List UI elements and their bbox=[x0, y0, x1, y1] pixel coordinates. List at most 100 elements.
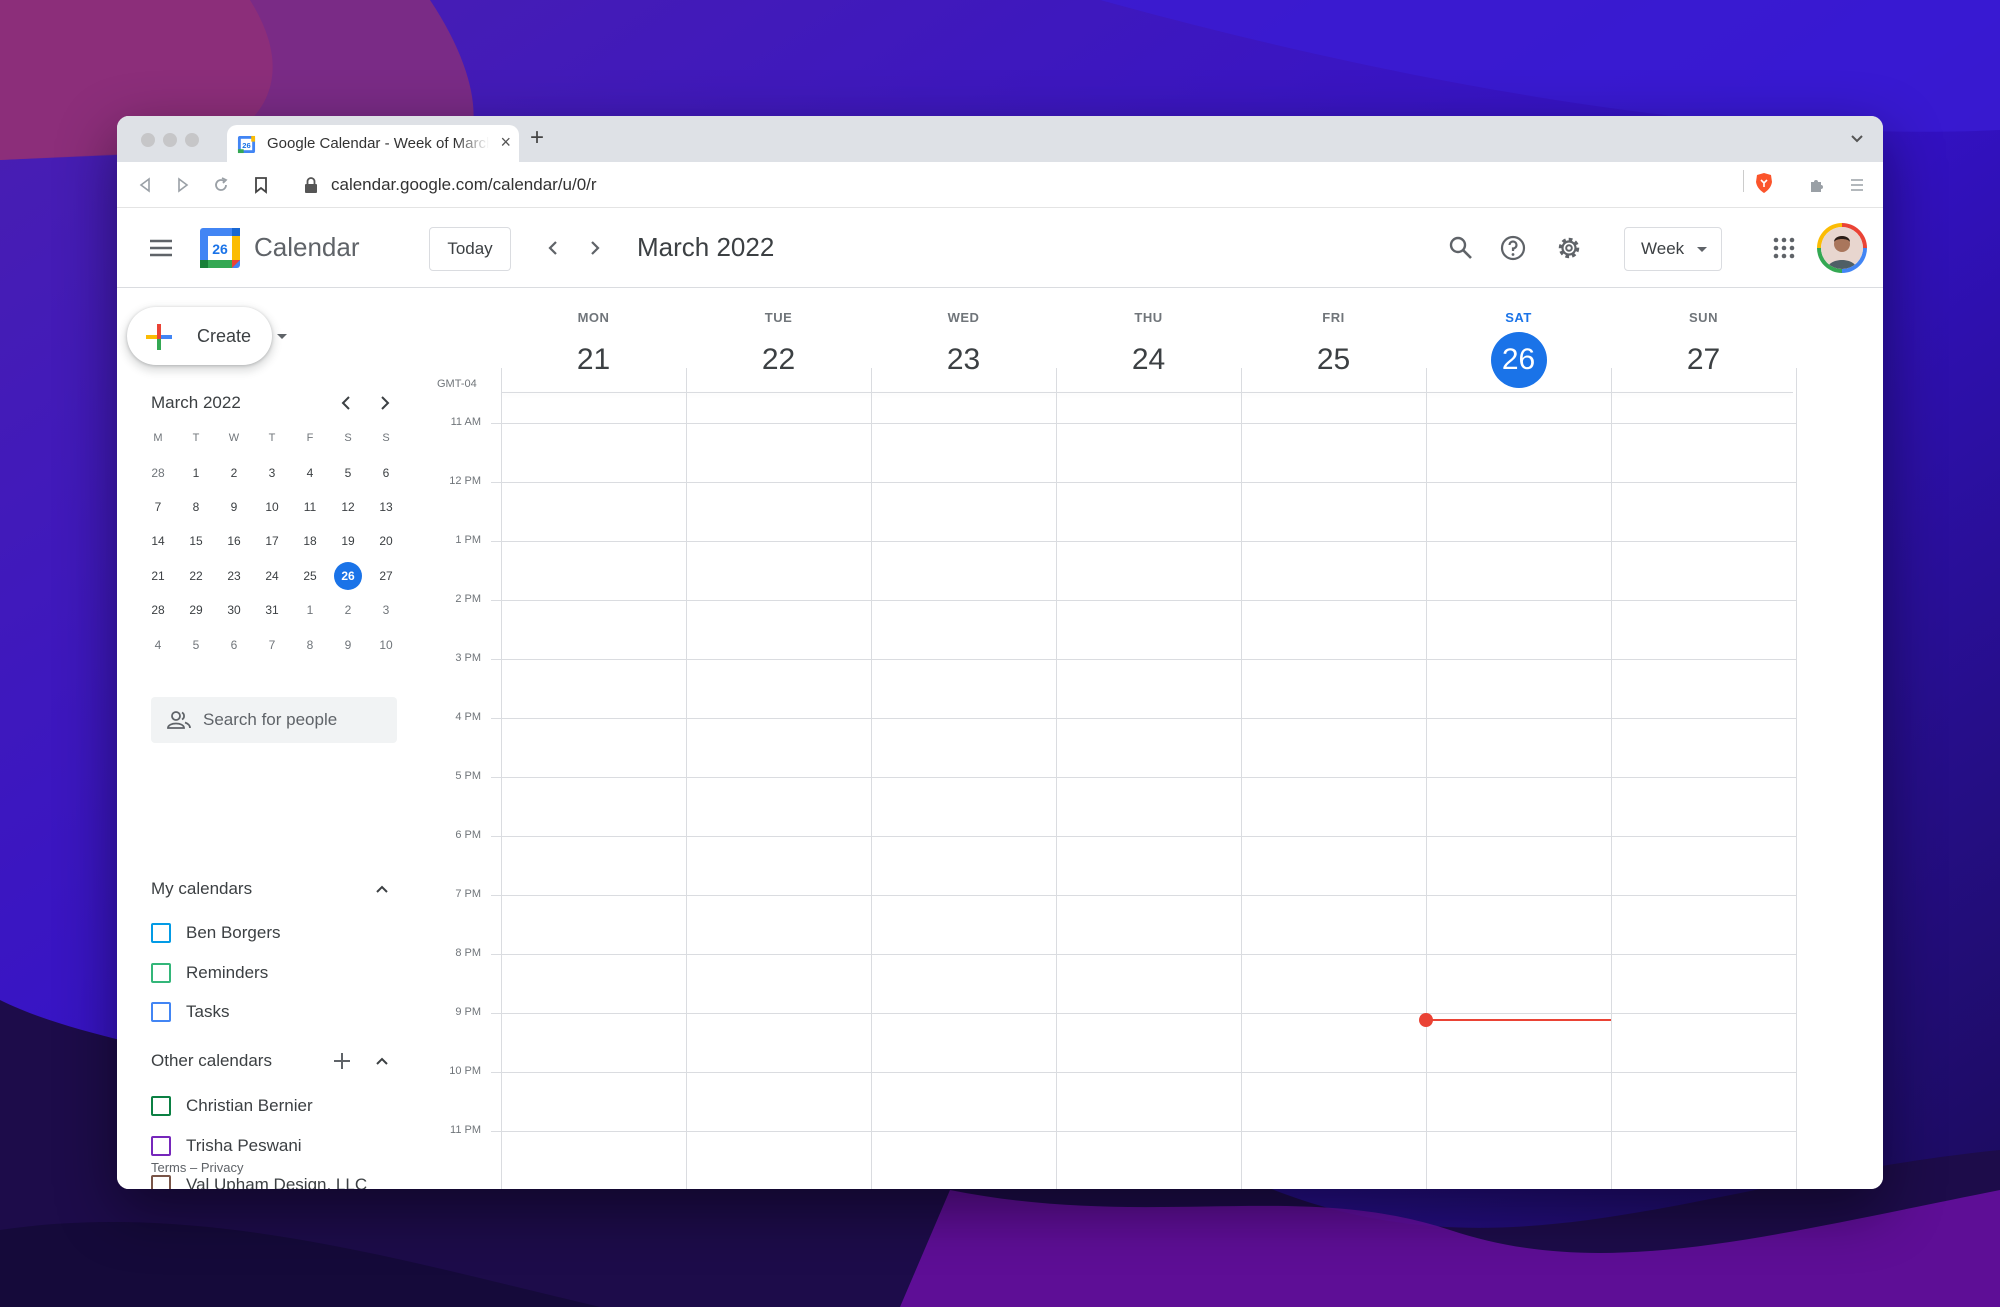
mini-calendar-day[interactable]: 7 bbox=[253, 631, 291, 659]
people-search-box[interactable] bbox=[151, 697, 397, 743]
window-minimize-button[interactable] bbox=[163, 133, 177, 147]
mini-calendar-day[interactable]: 2 bbox=[329, 596, 367, 624]
mini-calendar-day[interactable]: 1 bbox=[177, 459, 215, 487]
mini-calendar-day[interactable]: 23 bbox=[215, 562, 253, 590]
mini-calendar-day[interactable]: 5 bbox=[177, 631, 215, 659]
mini-calendar-day[interactable]: 5 bbox=[329, 459, 367, 487]
day-number[interactable]: 26 bbox=[1490, 332, 1547, 388]
mini-calendar-day[interactable]: 16 bbox=[215, 527, 253, 555]
mini-calendar-today[interactable]: 26 bbox=[329, 561, 367, 590]
window-close-button[interactable] bbox=[141, 133, 155, 147]
mini-calendar-day[interactable]: 7 bbox=[139, 493, 177, 521]
mini-calendar-day[interactable]: 1 bbox=[291, 596, 329, 624]
mini-calendar-day[interactable]: 15 bbox=[177, 527, 215, 555]
mini-calendar-day[interactable]: 11 bbox=[291, 493, 329, 521]
day-header-wed[interactable]: WED 23 bbox=[871, 288, 1056, 388]
day-number[interactable]: 27 bbox=[1676, 332, 1732, 388]
mini-calendar-day[interactable]: 9 bbox=[215, 493, 253, 521]
main-menu-icon[interactable] bbox=[149, 238, 173, 258]
create-dropdown-icon[interactable] bbox=[277, 334, 287, 339]
mini-calendar-day[interactable]: 31 bbox=[253, 596, 291, 624]
week-grid[interactable]: MON 21 TUE 22 WED 23 THU 24 FRI 25 SAT 26 SUN 27 bbox=[491, 288, 1797, 1189]
calendar-checkbox[interactable] bbox=[151, 1002, 171, 1022]
add-other-calendar-icon[interactable] bbox=[332, 1051, 352, 1071]
mini-calendar-day[interactable]: 25 bbox=[291, 562, 329, 590]
mini-calendar-day[interactable]: 20 bbox=[367, 527, 405, 555]
mini-calendar-day[interactable]: 30 bbox=[215, 596, 253, 624]
mini-calendar-day[interactable]: 13 bbox=[367, 493, 405, 521]
day-header-mon[interactable]: MON 21 bbox=[501, 288, 686, 388]
mini-calendar-day[interactable]: 27 bbox=[367, 562, 405, 590]
mini-calendar-day[interactable]: 2 bbox=[215, 459, 253, 487]
mini-calendar-day[interactable]: 29 bbox=[177, 596, 215, 624]
mini-calendar-day[interactable]: 8 bbox=[177, 493, 215, 521]
day-number[interactable]: 25 bbox=[1306, 332, 1362, 388]
mini-calendar-day[interactable]: 3 bbox=[367, 596, 405, 624]
day-number[interactable]: 23 bbox=[936, 332, 992, 388]
mini-calendar-day[interactable]: 3 bbox=[253, 459, 291, 487]
calendar-checkbox[interactable] bbox=[151, 1175, 171, 1189]
reload-icon[interactable] bbox=[211, 175, 231, 195]
browser-menu-icon[interactable] bbox=[1847, 175, 1867, 195]
mini-calendar-day[interactable]: 4 bbox=[139, 631, 177, 659]
browser-tab-calendar[interactable]: 26 Google Calendar - Week of March 21, 2… bbox=[227, 125, 519, 162]
collapse-my-calendars-icon[interactable] bbox=[373, 880, 391, 898]
mini-calendar-day[interactable]: 12 bbox=[329, 493, 367, 521]
mini-calendar-day[interactable]: 21 bbox=[139, 562, 177, 590]
my-calendars-title[interactable]: My calendars bbox=[151, 879, 252, 899]
calendar-checkbox[interactable] bbox=[151, 1096, 171, 1116]
people-search-input[interactable] bbox=[203, 707, 383, 733]
mini-calendar-day[interactable]: 6 bbox=[215, 631, 253, 659]
view-switcher-button[interactable]: Week bbox=[1624, 227, 1722, 271]
mini-calendar-day[interactable]: 6 bbox=[367, 459, 405, 487]
mini-calendar-day[interactable]: 19 bbox=[329, 527, 367, 555]
mini-calendar-day[interactable]: 10 bbox=[253, 493, 291, 521]
create-button[interactable]: Create bbox=[127, 307, 287, 365]
mini-calendar-day[interactable]: 17 bbox=[253, 527, 291, 555]
calendar-checkbox[interactable] bbox=[151, 923, 171, 943]
mini-calendar-day[interactable]: 10 bbox=[367, 631, 405, 659]
mini-calendar-day[interactable]: 24 bbox=[253, 562, 291, 590]
tab-close-icon[interactable]: × bbox=[500, 133, 511, 151]
mini-calendar-day[interactable]: 4 bbox=[291, 459, 329, 487]
brave-shields-icon[interactable] bbox=[1754, 172, 1774, 194]
back-icon[interactable] bbox=[135, 175, 155, 195]
forward-icon[interactable] bbox=[173, 175, 193, 195]
day-number[interactable]: 22 bbox=[751, 332, 807, 388]
google-apps-icon[interactable] bbox=[1773, 237, 1795, 259]
day-header-sun[interactable]: SUN 27 bbox=[1611, 288, 1796, 388]
account-avatar[interactable] bbox=[1817, 223, 1867, 273]
day-number[interactable]: 21 bbox=[566, 332, 622, 388]
settings-gear-icon[interactable] bbox=[1555, 234, 1583, 262]
google-calendar-logo-icon[interactable]: 26 bbox=[200, 228, 240, 268]
terms-privacy-links[interactable]: Terms – Privacy bbox=[151, 1160, 243, 1175]
collapse-other-calendars-icon[interactable] bbox=[373, 1052, 391, 1070]
mini-calendar-day[interactable]: 18 bbox=[291, 527, 329, 555]
mini-calendar-day[interactable]: 8 bbox=[291, 631, 329, 659]
day-header-sat[interactable]: SAT 26 bbox=[1426, 288, 1611, 388]
next-week-icon[interactable] bbox=[582, 236, 606, 260]
today-button[interactable]: Today bbox=[429, 227, 511, 271]
day-header-tue[interactable]: TUE 22 bbox=[686, 288, 871, 388]
day-number[interactable]: 24 bbox=[1121, 332, 1177, 388]
mini-calendar-prev-icon[interactable] bbox=[336, 392, 358, 414]
bookmark-icon[interactable] bbox=[251, 175, 271, 195]
mini-calendar-day[interactable]: 28 bbox=[139, 459, 177, 487]
help-icon[interactable] bbox=[1499, 234, 1527, 262]
new-tab-icon[interactable]: + bbox=[530, 126, 544, 150]
mini-calendar-day[interactable]: 9 bbox=[329, 631, 367, 659]
search-icon[interactable] bbox=[1447, 234, 1475, 262]
mini-calendar-day[interactable]: 28 bbox=[139, 596, 177, 624]
calendar-checkbox[interactable] bbox=[151, 962, 171, 983]
mini-calendar-day[interactable]: 22 bbox=[177, 562, 215, 590]
day-header-thu[interactable]: THU 24 bbox=[1056, 288, 1241, 388]
extensions-icon[interactable] bbox=[1807, 175, 1827, 195]
other-calendars-title[interactable]: Other calendars bbox=[151, 1051, 272, 1071]
window-zoom-button[interactable] bbox=[185, 133, 199, 147]
mini-calendar-day[interactable]: 14 bbox=[139, 527, 177, 555]
mini-calendar-next-icon[interactable] bbox=[373, 392, 395, 414]
day-header-fri[interactable]: FRI 25 bbox=[1241, 288, 1426, 388]
previous-week-icon[interactable] bbox=[542, 236, 566, 260]
tab-search-chevron-icon[interactable] bbox=[1847, 128, 1867, 148]
calendar-checkbox[interactable] bbox=[151, 1135, 171, 1156]
